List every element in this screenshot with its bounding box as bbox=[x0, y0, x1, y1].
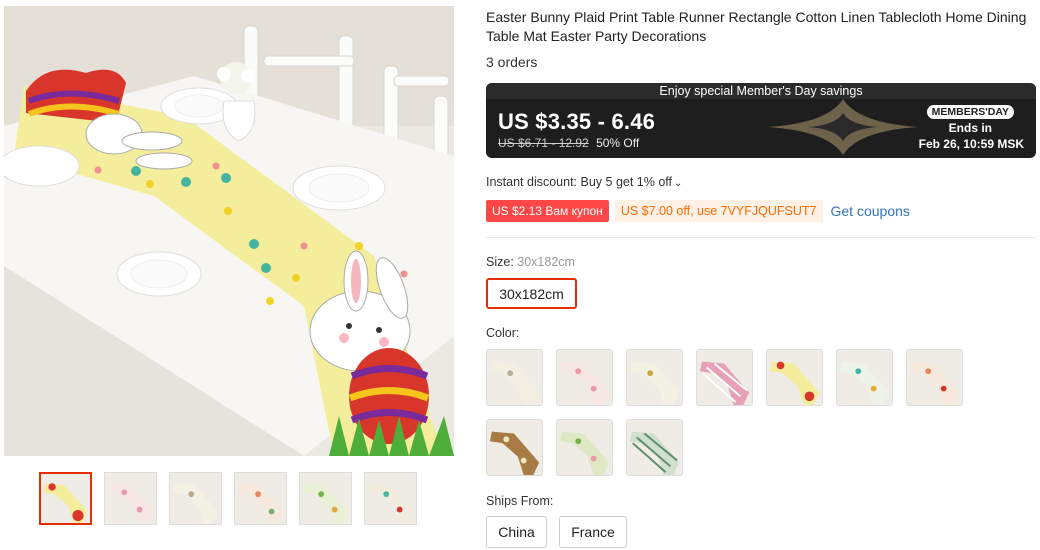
chevron-down-icon: ⌄ bbox=[674, 178, 683, 189]
thumbnail-6[interactable] bbox=[364, 472, 417, 525]
coupon-badge-red[interactable]: US $2.13 Вам купон bbox=[486, 200, 609, 222]
members-day-banner: Enjoy special Member's Day savings US $3… bbox=[486, 83, 1036, 158]
instant-discount-text: Instant discount: Buy 5 get 1% off bbox=[486, 175, 672, 189]
ships-from-france-button[interactable]: France bbox=[559, 516, 627, 548]
sparkle-decoration-icon bbox=[768, 99, 918, 155]
orders-count: 3 orders bbox=[486, 54, 538, 70]
original-price: US $6.71 - 12.92 bbox=[498, 136, 589, 150]
original-price-row: US $6.71 - 12.92 50% Off bbox=[498, 136, 639, 150]
color-swatch-10[interactable] bbox=[626, 419, 683, 476]
color-swatch-5[interactable] bbox=[766, 349, 823, 406]
ends-date: Feb 26, 10:59 MSK bbox=[918, 137, 1024, 151]
size-label-text: Size: bbox=[486, 255, 514, 269]
color-swatch-4[interactable] bbox=[696, 349, 753, 406]
members-day-badge: MEMBERS'DAY bbox=[926, 105, 1014, 119]
discount-percent: 50% Off bbox=[596, 136, 640, 150]
color-swatch-7[interactable] bbox=[906, 349, 963, 406]
ships-from-china-button[interactable]: China bbox=[486, 516, 547, 548]
thumbnail-3[interactable] bbox=[169, 472, 222, 525]
main-product-image[interactable] bbox=[4, 6, 454, 456]
size-label: Size: 30x182cm bbox=[486, 255, 575, 269]
ships-from-label: Ships From: bbox=[486, 494, 554, 508]
coupon-row: US $2.13 Вам купон US $7.00 off, use 7VY… bbox=[486, 200, 910, 222]
instant-discount[interactable]: Instant discount: Buy 5 get 1% off ⌄ bbox=[486, 175, 682, 189]
color-swatch-9[interactable] bbox=[556, 419, 613, 476]
table-runner-photo bbox=[4, 6, 454, 456]
color-swatch-1[interactable] bbox=[486, 349, 543, 406]
get-coupons-link[interactable]: Get coupons bbox=[831, 203, 910, 219]
size-option-30x182[interactable]: 30x182cm bbox=[486, 278, 577, 309]
price-range: US $3.35 - 6.46 bbox=[498, 109, 656, 134]
color-swatch-2[interactable] bbox=[556, 349, 613, 406]
thumbnail-1[interactable] bbox=[39, 472, 92, 525]
promo-header: Enjoy special Member's Day savings bbox=[486, 83, 1036, 99]
thumbnail-2[interactable] bbox=[104, 472, 157, 525]
color-swatch-3[interactable] bbox=[626, 349, 683, 406]
thumbnail-strip bbox=[39, 472, 417, 525]
section-divider bbox=[486, 237, 1036, 238]
size-selected-value: 30x182cm bbox=[517, 255, 575, 269]
coupon-code-badge[interactable]: US $7.00 off, use 7VYFJQUFSUT7 bbox=[614, 200, 823, 222]
color-swatch-6[interactable] bbox=[836, 349, 893, 406]
color-swatch-8[interactable] bbox=[486, 419, 543, 476]
color-label: Color: bbox=[486, 326, 520, 340]
product-title: Easter Bunny Plaid Print Table Runner Re… bbox=[486, 9, 1027, 44]
thumbnail-4[interactable] bbox=[234, 472, 287, 525]
ends-in-label: Ends in bbox=[948, 121, 992, 135]
thumbnail-5[interactable] bbox=[299, 472, 352, 525]
